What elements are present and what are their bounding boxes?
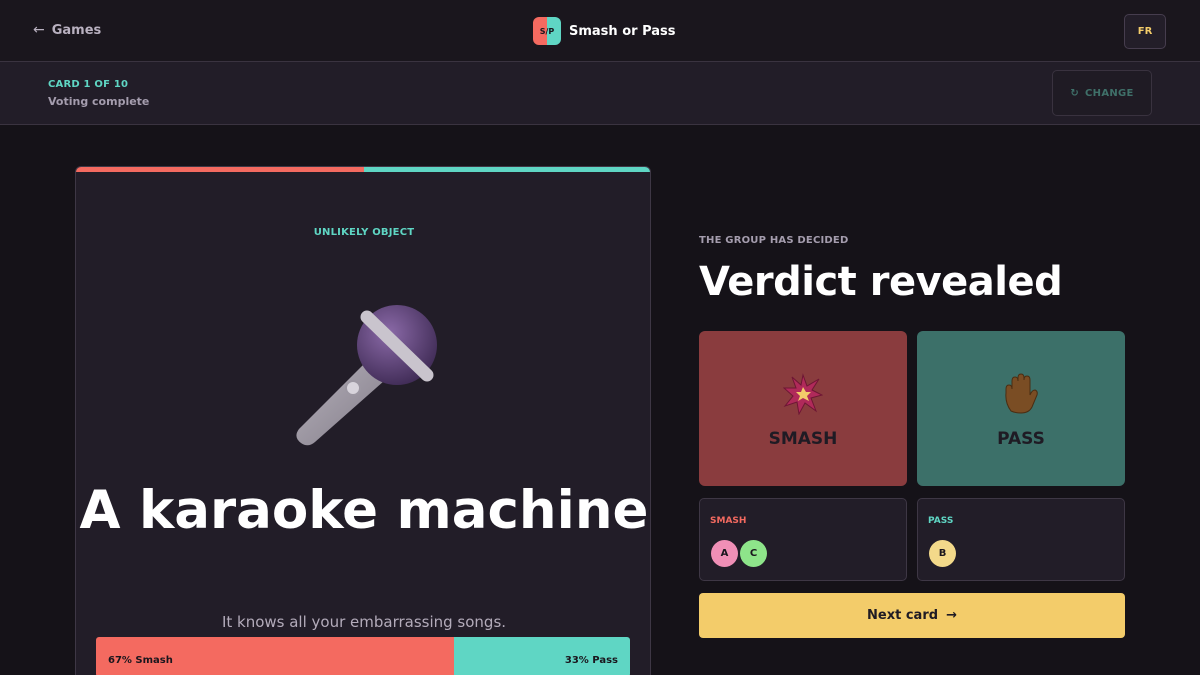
next-card-label: Next card	[867, 608, 939, 623]
microphone-icon	[281, 297, 451, 457]
change-button[interactable]: ↻ CHANGE	[1052, 70, 1152, 116]
smash-avatars: A C	[711, 540, 767, 567]
pass-choice-label: PASS	[997, 429, 1045, 449]
app-logo: S/P	[533, 17, 561, 45]
pass-avatars: B	[929, 540, 956, 567]
smash-voters-panel: SMASH A C	[699, 498, 907, 581]
refresh-icon: ↻	[1070, 87, 1080, 99]
pass-voters-panel: PASS B	[917, 498, 1125, 581]
avatar: A	[711, 540, 738, 567]
smash-choice[interactable]: SMASH	[699, 331, 907, 486]
smash-result-segment: 67% Smash	[96, 637, 454, 675]
raised-hand-icon	[1001, 373, 1041, 415]
pass-result-segment: 33% Pass	[454, 637, 630, 675]
logo-text: S/P	[539, 26, 555, 36]
avatar: C	[740, 540, 767, 567]
pass-voters-label: PASS	[928, 516, 954, 526]
card-category: UNLIKELY OBJECT	[313, 227, 415, 238]
change-button-label: CHANGE	[1085, 87, 1134, 99]
card-accent-bar	[76, 167, 650, 172]
next-card-button[interactable]: Next card →	[699, 593, 1125, 638]
smash-percentage: 67% Smash	[108, 655, 173, 666]
vote-result-bar: 67% Smash 33% Pass	[96, 637, 630, 675]
card-counter: CARD 1 OF 10	[48, 79, 129, 90]
status-bar: CARD 1 OF 10 Voting complete ↻ CHANGE	[0, 62, 1200, 125]
language-button[interactable]: FR	[1124, 14, 1166, 49]
smash-voters-label: SMASH	[710, 516, 747, 526]
back-link-label: Games	[51, 22, 102, 38]
back-to-games-link[interactable]: ← Games	[33, 22, 101, 38]
verdict-title: Verdict revealed	[699, 259, 1063, 305]
prompt-card: UNLIKELY OBJECT A karaoke machine It kno…	[75, 166, 651, 675]
avatar: B	[929, 540, 956, 567]
pass-percentage: 33% Pass	[564, 655, 618, 666]
app-name: Smash or Pass	[569, 23, 676, 39]
card-title: A karaoke machine	[79, 480, 649, 541]
brand: S/P Smash or Pass	[533, 17, 676, 45]
voting-status: Voting complete	[48, 95, 150, 108]
top-bar: ← Games S/P Smash or Pass FR	[0, 0, 1200, 62]
arrow-right-icon: →	[946, 608, 957, 623]
verdict-eyebrow: THE GROUP HAS DECIDED	[699, 235, 849, 246]
pass-choice[interactable]: PASS	[917, 331, 1125, 486]
back-arrow-icon: ←	[33, 22, 45, 38]
card-description: It knows all your embarrassing songs.	[221, 613, 507, 631]
explosion-icon	[782, 373, 824, 416]
smash-choice-label: SMASH	[768, 429, 838, 449]
